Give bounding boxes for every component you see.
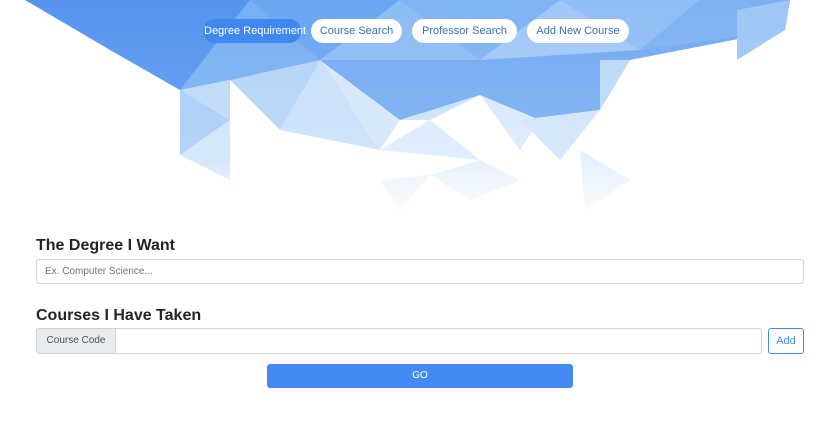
top-nav: Degree Requirement Course Search Profess… <box>0 19 832 43</box>
course-input-group: Course Code Add <box>36 328 804 354</box>
go-button[interactable]: GO <box>267 364 573 388</box>
degree-input[interactable] <box>36 259 804 284</box>
course-code-input[interactable] <box>115 328 762 354</box>
degree-section-title: The Degree I Want <box>36 237 175 254</box>
nav-add-new-course[interactable]: Add New Course <box>527 19 629 43</box>
nav-professor-search[interactable]: Professor Search <box>412 19 517 43</box>
nav-degree-requirement[interactable]: Degree Requirement <box>203 19 306 43</box>
courses-section-title: Courses I Have Taken <box>36 307 202 324</box>
hero-banner: Degree Requirement Course Search Profess… <box>0 0 832 215</box>
course-code-prefix: Course Code <box>36 328 115 354</box>
add-course-button[interactable]: Add <box>768 328 804 354</box>
nav-course-search[interactable]: Course Search <box>311 19 402 43</box>
